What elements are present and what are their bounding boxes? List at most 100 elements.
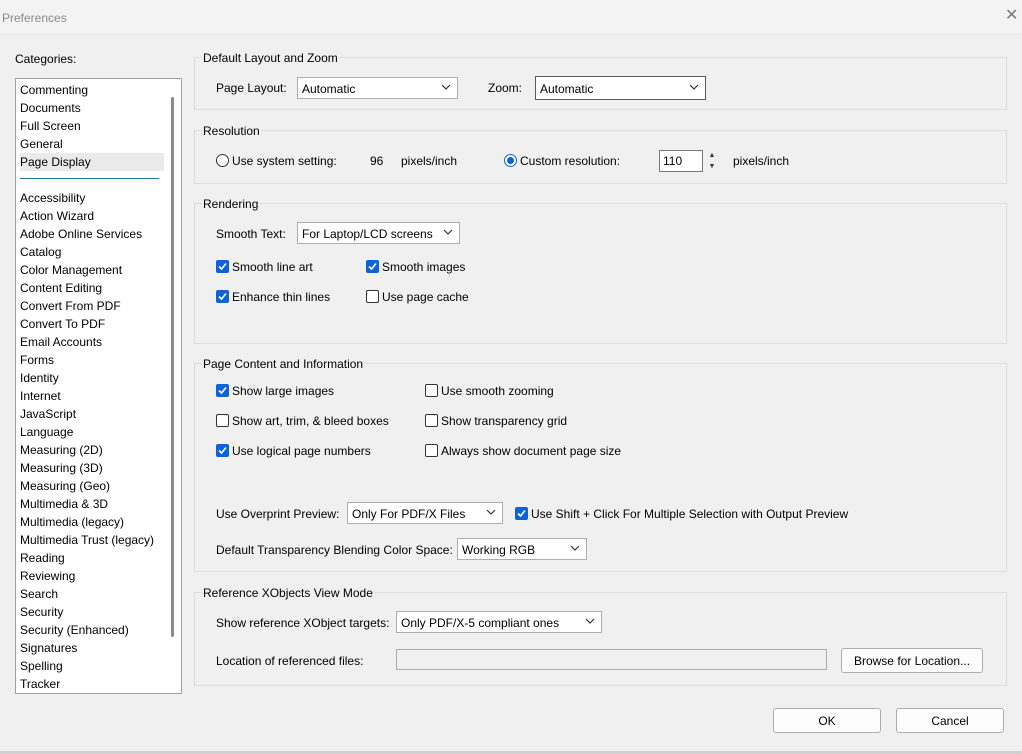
show-large-images-checkbox[interactable] [216, 384, 229, 397]
overprint-preview-select[interactable]: Only For PDF/X Files [347, 502, 503, 524]
category-item-full-screen[interactable]: Full Screen [20, 117, 81, 135]
custom-resolution-radio[interactable] [504, 154, 517, 167]
location-label: Location of referenced files: [216, 654, 364, 668]
custom-unit-label: pixels/inch [733, 154, 790, 168]
resolution-stepper[interactable]: ▲ ▼ [705, 150, 719, 172]
category-item-convert-from-pdf[interactable]: Convert From PDF [20, 297, 121, 315]
show-large-images-label: Show large images [232, 384, 335, 398]
category-item-accessibility[interactable]: Accessibility [20, 189, 85, 207]
category-item-multimedia-trust-legacy[interactable]: Multimedia Trust (legacy) [20, 531, 154, 549]
enhance-thin-lines-label: Enhance thin lines [232, 290, 331, 304]
categories-list[interactable]: Commenting Documents Full Screen General… [15, 78, 182, 694]
category-item-measuring-geo[interactable]: Measuring (Geo) [20, 477, 110, 495]
location-field[interactable] [396, 649, 827, 670]
blending-color-space-value: Working RGB [462, 543, 536, 557]
category-item-security[interactable]: Security [20, 603, 63, 621]
xobject-targets-value: Only PDF/X-5 compliant ones [401, 616, 560, 630]
shift-click-checkbox[interactable] [515, 507, 528, 520]
custom-resolution-value: 110 [663, 154, 683, 168]
overprint-preview-value: Only For PDF/X Files [352, 507, 466, 521]
category-item-security-enhanced[interactable]: Security (Enhanced) [20, 621, 129, 639]
enhance-thin-lines-checkbox[interactable] [216, 290, 229, 303]
category-item-internet[interactable]: Internet [20, 387, 61, 405]
smooth-images-checkbox[interactable] [366, 260, 379, 273]
blending-color-space-select[interactable]: Working RGB [457, 538, 587, 560]
chevron-down-icon [689, 84, 699, 90]
chevron-down-icon [570, 545, 580, 551]
smooth-text-value: For Laptop/LCD screens [302, 227, 433, 241]
category-item-catalog[interactable]: Catalog [20, 243, 61, 261]
zoom-select[interactable]: Automatic [535, 76, 706, 100]
use-smooth-zooming-checkbox[interactable] [425, 384, 438, 397]
window-title: Preferences [2, 11, 67, 25]
use-logical-page-numbers-checkbox[interactable] [216, 444, 229, 457]
stepper-down-icon[interactable]: ▼ [705, 161, 719, 172]
category-item-general[interactable]: General [20, 135, 63, 153]
category-item-multimedia-legacy[interactable]: Multimedia (legacy) [20, 513, 124, 531]
page-layout-label: Page Layout: [216, 81, 287, 95]
category-item-color-management[interactable]: Color Management [20, 261, 122, 279]
category-item-content-editing[interactable]: Content Editing [20, 279, 102, 297]
category-item-convert-to-pdf[interactable]: Convert To PDF [20, 315, 105, 333]
category-item-page-display[interactable]: Page Display [20, 153, 91, 171]
custom-resolution-input[interactable]: 110 [659, 150, 703, 172]
category-item-forms[interactable]: Forms [20, 351, 54, 369]
page-layout-select[interactable]: Automatic [297, 77, 458, 99]
title-bar [0, 0, 1022, 35]
rendering-title: Rendering [202, 197, 260, 211]
xobjects-title: Reference XObjects View Mode [202, 586, 374, 600]
system-setting-label: Use system setting: [232, 154, 337, 168]
zoom-label: Zoom: [488, 81, 523, 95]
category-item-adobe-online-services[interactable]: Adobe Online Services [20, 225, 142, 243]
chevron-down-icon [585, 618, 595, 624]
smooth-images-label: Smooth images [382, 260, 466, 274]
category-item-measuring-2d[interactable]: Measuring (2D) [20, 441, 103, 459]
category-item-documents[interactable]: Documents [20, 99, 81, 117]
smooth-text-select[interactable]: For Laptop/LCD screens [297, 222, 460, 244]
close-icon[interactable]: ✕ [1005, 6, 1021, 26]
resolution-title: Resolution [202, 124, 261, 138]
cancel-label: Cancel [931, 714, 969, 728]
categories-scrollbar[interactable] [171, 97, 174, 637]
xobject-targets-label: Show reference XObject targets: [216, 616, 390, 630]
category-item-signatures[interactable]: Signatures [20, 639, 77, 657]
show-transparency-grid-label: Show transparency grid [441, 414, 568, 428]
ok-button[interactable]: OK [773, 708, 881, 733]
category-item-spelling[interactable]: Spelling [20, 657, 63, 675]
stepper-up-icon[interactable]: ▲ [705, 150, 719, 161]
layout-zoom-title: Default Layout and Zoom [202, 51, 339, 65]
category-item-action-wizard[interactable]: Action Wizard [20, 207, 94, 225]
show-transparency-grid-checkbox[interactable] [425, 414, 438, 427]
category-item-search[interactable]: Search [20, 585, 58, 603]
ok-label: OK [818, 714, 836, 728]
system-setting-radio[interactable] [216, 154, 229, 167]
show-art-trim-checkbox[interactable] [216, 414, 229, 427]
smooth-text-label: Smooth Text: [216, 227, 286, 241]
use-page-cache-checkbox[interactable] [366, 290, 379, 303]
system-setting-value: 96 [370, 154, 384, 168]
category-item-reviewing[interactable]: Reviewing [20, 567, 75, 585]
always-show-page-size-checkbox[interactable] [425, 444, 438, 457]
page-content-title: Page Content and Information [202, 357, 365, 371]
browse-location-button[interactable]: Browse for Location... [841, 648, 983, 673]
xobject-targets-select[interactable]: Only PDF/X-5 compliant ones [396, 611, 602, 633]
category-item-tracker[interactable]: Tracker [20, 675, 60, 693]
category-item-multimedia-3d[interactable]: Multimedia & 3D [20, 495, 108, 513]
shift-click-label: Use Shift + Click For Multiple Selection… [531, 507, 849, 521]
category-item-measuring-3d[interactable]: Measuring (3D) [20, 459, 103, 477]
zoom-value: Automatic [540, 82, 594, 96]
categories-label: Categories: [15, 52, 77, 66]
always-show-page-size-label: Always show document page size [441, 444, 622, 458]
category-item-language[interactable]: Language [20, 423, 73, 441]
category-separator [20, 178, 159, 179]
cancel-button[interactable]: Cancel [896, 708, 1004, 733]
category-item-commenting[interactable]: Commenting [20, 81, 88, 99]
chevron-down-icon [441, 84, 451, 90]
category-item-javascript[interactable]: JavaScript [20, 405, 76, 423]
category-item-email-accounts[interactable]: Email Accounts [20, 333, 102, 351]
use-smooth-zooming-label: Use smooth zooming [441, 384, 554, 398]
use-logical-page-numbers-label: Use logical page numbers [232, 444, 371, 458]
category-item-reading[interactable]: Reading [20, 549, 65, 567]
category-item-identity[interactable]: Identity [20, 369, 59, 387]
smooth-line-art-checkbox[interactable] [216, 260, 229, 273]
